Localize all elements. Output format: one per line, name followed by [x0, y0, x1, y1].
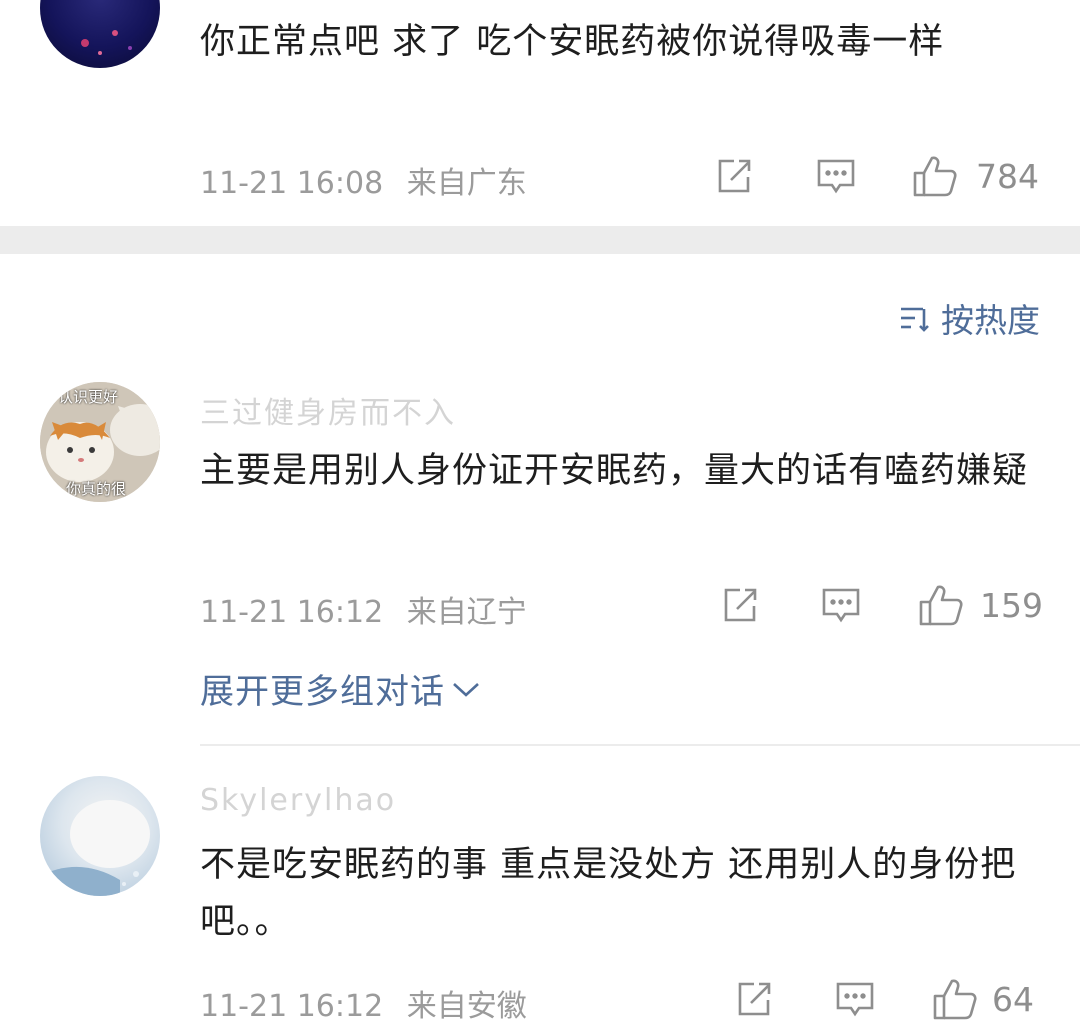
comment-meta: 11-21 16:12 来自辽宁 [200, 587, 541, 631]
share-button[interactable] [720, 585, 760, 625]
comment-location: 来自安徽 [406, 989, 527, 1024]
chevron-down-icon [453, 682, 479, 697]
like-count: 784 [976, 156, 1039, 196]
comment-text: 主要是用别人身份证开安眠药，量大的话有嗑药嫌疑 [200, 451, 1029, 491]
username[interactable]: Skylerylhao [200, 783, 396, 818]
like-button[interactable]: 784 [912, 154, 1039, 198]
comment-meta: 11-21 16:12 来自安徽 [200, 981, 541, 1025]
comment-meta: 11-21 16:08 来自广东 [200, 158, 541, 202]
share-icon [738, 982, 771, 1016]
share-icon [718, 159, 751, 193]
comment-location: 来自辽宁 [406, 595, 527, 630]
share-button[interactable] [714, 156, 754, 196]
comment-time: 11-21 16:12 [200, 989, 384, 1024]
comment-icon [817, 159, 855, 194]
avatar-image [81, 30, 132, 55]
comment-text: 不是吃安眠药的事 重点是没处方 还用别人的身份把吧。。 [200, 845, 1017, 942]
sort-label: 按热度 [941, 301, 1040, 340]
thumbs-up-icon [913, 156, 957, 197]
share-icon [724, 588, 757, 622]
comment-location: 来自广东 [406, 166, 527, 201]
comment-text: 你正常点吧 求了 吃个安眠药被你说得吸毒一样 [200, 22, 945, 62]
comment-icon [836, 982, 874, 1017]
comment-divider [200, 744, 1080, 746]
reply-button[interactable] [834, 979, 876, 1019]
avatar-image [40, 800, 150, 896]
sort-icon [901, 307, 929, 332]
avatar-caption: 你真的很 [66, 480, 127, 498]
section-divider [0, 226, 1080, 254]
avatar-caption: 认识更好 [58, 388, 119, 406]
avatar[interactable] [40, 776, 160, 896]
comment-icon [822, 588, 860, 623]
expand-label: 展开更多组对话 [200, 672, 445, 712]
avatar[interactable]: 认识更好 你真的很 [40, 382, 160, 502]
comment-time: 11-21 16:12 [200, 595, 384, 630]
username[interactable]: 三过健身房而不入 [200, 388, 456, 432]
reply-button[interactable] [820, 585, 862, 625]
sort-by-hot-button[interactable]: 按热度 [899, 294, 1040, 342]
comment-time: 11-21 16:08 [200, 166, 384, 201]
like-count: 159 [980, 585, 1043, 625]
like-count: 64 [992, 979, 1034, 1019]
like-button[interactable]: 64 [932, 977, 1034, 1021]
avatar[interactable] [40, 0, 160, 68]
thumbs-up-icon [919, 585, 963, 626]
like-button[interactable]: 159 [918, 583, 1043, 627]
expand-more-conversations-button[interactable]: 展开更多组对话 [200, 664, 481, 713]
reply-button[interactable] [815, 156, 857, 196]
share-button[interactable] [734, 979, 774, 1019]
thumbs-up-icon [933, 979, 977, 1020]
